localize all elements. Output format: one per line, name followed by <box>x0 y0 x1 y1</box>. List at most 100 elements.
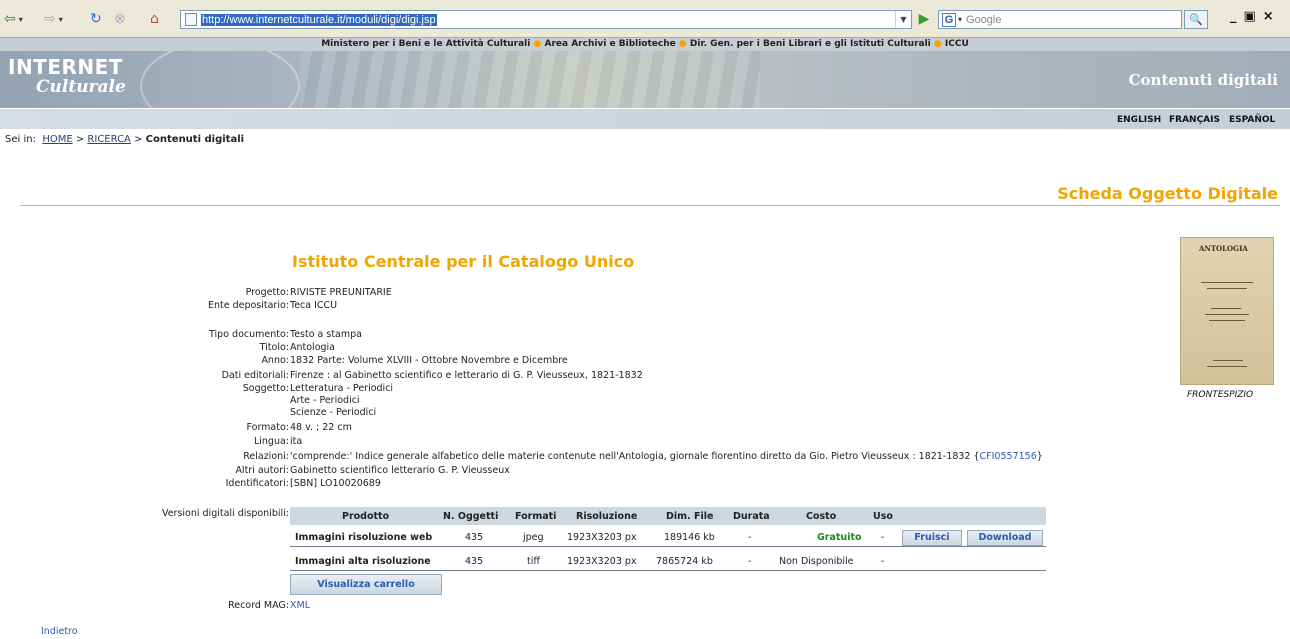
relazioni-label: Relazioni: <box>243 451 289 462</box>
view-cart-button[interactable]: Visualizza carrello <box>290 574 442 595</box>
frontispiece-thumbnail[interactable]: ANTOLOGIA <box>1180 237 1274 385</box>
breadcrumb-prefix: Sei in: <box>5 134 36 145</box>
tipo-value: Testo a stampa <box>290 329 362 340</box>
refresh-button[interactable]: ↻ <box>90 10 110 28</box>
xml-link[interactable]: XML <box>290 600 310 611</box>
breadcrumb-home-link[interactable]: HOME <box>42 134 72 145</box>
col-durata: Durata <box>733 511 770 522</box>
ident-value: [SBN] LO10020689 <box>290 478 381 489</box>
row-formato: jpeg <box>523 532 544 543</box>
stop-button[interactable]: ⊗ <box>114 10 134 28</box>
compass-decoration <box>140 51 300 108</box>
refresh-icon: ↻ <box>90 11 102 27</box>
ministry-label: ICCU <box>944 39 969 49</box>
relazioni-value: 'comprende:' Indice generale alfabetico … <box>290 451 1043 462</box>
relazioni-link[interactable]: CFI0557156 <box>980 451 1037 462</box>
search-engine-dropdown-icon[interactable]: ▾ <box>958 15 962 24</box>
row-prodotto: Immagini alta risoluzione <box>295 556 431 567</box>
ministry-label: Dir. Gen. per i Beni Librari e gli Istit… <box>689 39 931 49</box>
row-uso: - <box>881 532 885 543</box>
table-row: Immagini risoluzione web 435 jpeg 1923X3… <box>290 527 1046 547</box>
search-button[interactable]: 🔍 <box>1184 10 1208 29</box>
table-header: Prodotto N. Oggetti Formati Risoluzione … <box>290 507 1046 525</box>
relazioni-text: 'comprende:' Indice generale alfabetico … <box>290 451 980 462</box>
close-icon[interactable]: × <box>1263 9 1281 24</box>
institute-title: Istituto Centrale per il Catalogo Unico <box>292 252 635 271</box>
breadcrumb-separator: > <box>134 134 143 145</box>
home-icon: ⌂ <box>150 11 159 27</box>
go-button[interactable]: ▶ <box>914 10 934 29</box>
col-formati: Formati <box>515 511 557 522</box>
col-n-oggetti: N. Oggetti <box>443 511 499 522</box>
formato-label: Formato: <box>246 422 290 433</box>
site-logo-line1[interactable]: INTERNET <box>8 55 123 79</box>
progetto-label: Progetto: <box>245 287 289 298</box>
page-icon <box>185 13 197 26</box>
row-risoluzione: 1923X3203 px <box>567 532 637 543</box>
col-risoluzione: Risoluzione <box>576 511 638 522</box>
search-placeholder: Google <box>966 13 1002 26</box>
restore-icon[interactable]: ▣ <box>1244 9 1263 24</box>
address-url[interactable]: http://www.internetculturale.it/moduli/d… <box>201 13 437 26</box>
lingua-label: Lingua: <box>253 436 289 447</box>
browser-toolbar: ⇦ ▾ ⇨ ▾ ↻ ⊗ ⌂ http://www.internetculturale… <box>0 0 1290 38</box>
search-input[interactable]: G ▾ Google <box>938 10 1182 29</box>
row-dim: 7865724 kb <box>656 556 713 567</box>
back-button[interactable]: ⇦ ▾ <box>4 10 42 28</box>
thumbnail-line <box>1201 282 1253 283</box>
dropdown-icon: ▾ <box>18 14 23 24</box>
row-n-oggetti: 435 <box>465 532 484 543</box>
col-prodotto: Prodotto <box>342 511 390 522</box>
download-button[interactable]: Download <box>967 530 1043 546</box>
col-costo: Costo <box>806 511 837 522</box>
minimize-icon[interactable]: _ <box>1230 9 1244 24</box>
ministries-bar: Ministero per i Beni e le Attività Cultu… <box>0 38 1290 51</box>
lang-espanol-link[interactable]: ESPAÑOL <box>1229 115 1275 125</box>
ident-label: Identificatori: <box>225 478 289 489</box>
thumbnail-line <box>1213 360 1243 361</box>
forward-button[interactable]: ⇨ ▾ <box>44 10 82 28</box>
altri-value: Gabinetto scientifico letterario G. P. V… <box>290 465 510 476</box>
row-n-oggetti: 435 <box>465 556 484 567</box>
thumbnail-line <box>1209 320 1245 321</box>
altri-label: Altri autori: <box>235 465 289 476</box>
fruisci-button[interactable]: Fruisci <box>902 530 962 546</box>
dropdown-icon: ▾ <box>58 14 63 24</box>
lang-francais-link[interactable]: FRANÇAIS <box>1169 115 1220 125</box>
row-costo: Gratuito <box>817 532 862 543</box>
titolo-value: Antologia <box>290 342 335 353</box>
col-dim-file: Dim. File <box>666 511 714 522</box>
lingua-value: ita <box>290 436 303 447</box>
thumbnail-line <box>1207 366 1247 367</box>
window-controls: _▣× <box>1230 9 1281 24</box>
lang-english-link[interactable]: ENGLISH <box>1117 115 1161 125</box>
dati-label: Dati editoriali: <box>221 370 289 381</box>
language-bar: ENGLISH FRANÇAIS ESPAÑOL <box>0 108 1290 129</box>
home-button[interactable]: ⌂ <box>150 10 170 28</box>
bullet-icon: ● <box>678 39 687 49</box>
breadcrumb: Sei in: HOME > RICERCA > Contenuti digit… <box>5 134 244 145</box>
anno-value: 1832 Parte: Volume XLVIII - Ottobre Nove… <box>290 355 568 366</box>
row-costo: Non Disponibile <box>779 556 854 567</box>
address-bar[interactable]: http://www.internetculturale.it/moduli/d… <box>180 10 912 29</box>
breadcrumb-current: Contenuti digitali <box>145 134 245 145</box>
soggetto-value: Arte - Periodici <box>290 395 360 406</box>
bullet-icon: ● <box>533 39 542 49</box>
breadcrumb-separator: > <box>75 134 85 145</box>
soggetto-value: Scienze - Periodici <box>290 407 377 418</box>
table-row: Immagini alta risoluzione 435 tiff 1923X… <box>290 551 1046 571</box>
site-banner: INTERNET Culturale Contenuti digitali <box>0 51 1290 108</box>
breadcrumb-ricerca-link[interactable]: RICERCA <box>87 134 130 145</box>
thumbnail-caption: FRONTESPIZIO <box>1187 390 1254 400</box>
address-dropdown-icon[interactable]: ▼ <box>895 11 911 28</box>
mag-label: Record MAG: <box>228 600 289 611</box>
stop-icon: ⊗ <box>114 11 126 27</box>
row-prodotto: Immagini risoluzione web <box>295 532 433 543</box>
ente-label: Ente depositario: <box>207 300 289 311</box>
titolo-label: Titolo: <box>259 342 289 353</box>
site-logo-line2[interactable]: Culturale <box>36 77 126 97</box>
progetto-value: RIVISTE PREUNITARIE <box>290 287 392 298</box>
col-uso: Uso <box>873 511 893 522</box>
back-link[interactable]: Indietro <box>41 626 78 637</box>
ente-value: Teca ICCU <box>290 300 338 311</box>
